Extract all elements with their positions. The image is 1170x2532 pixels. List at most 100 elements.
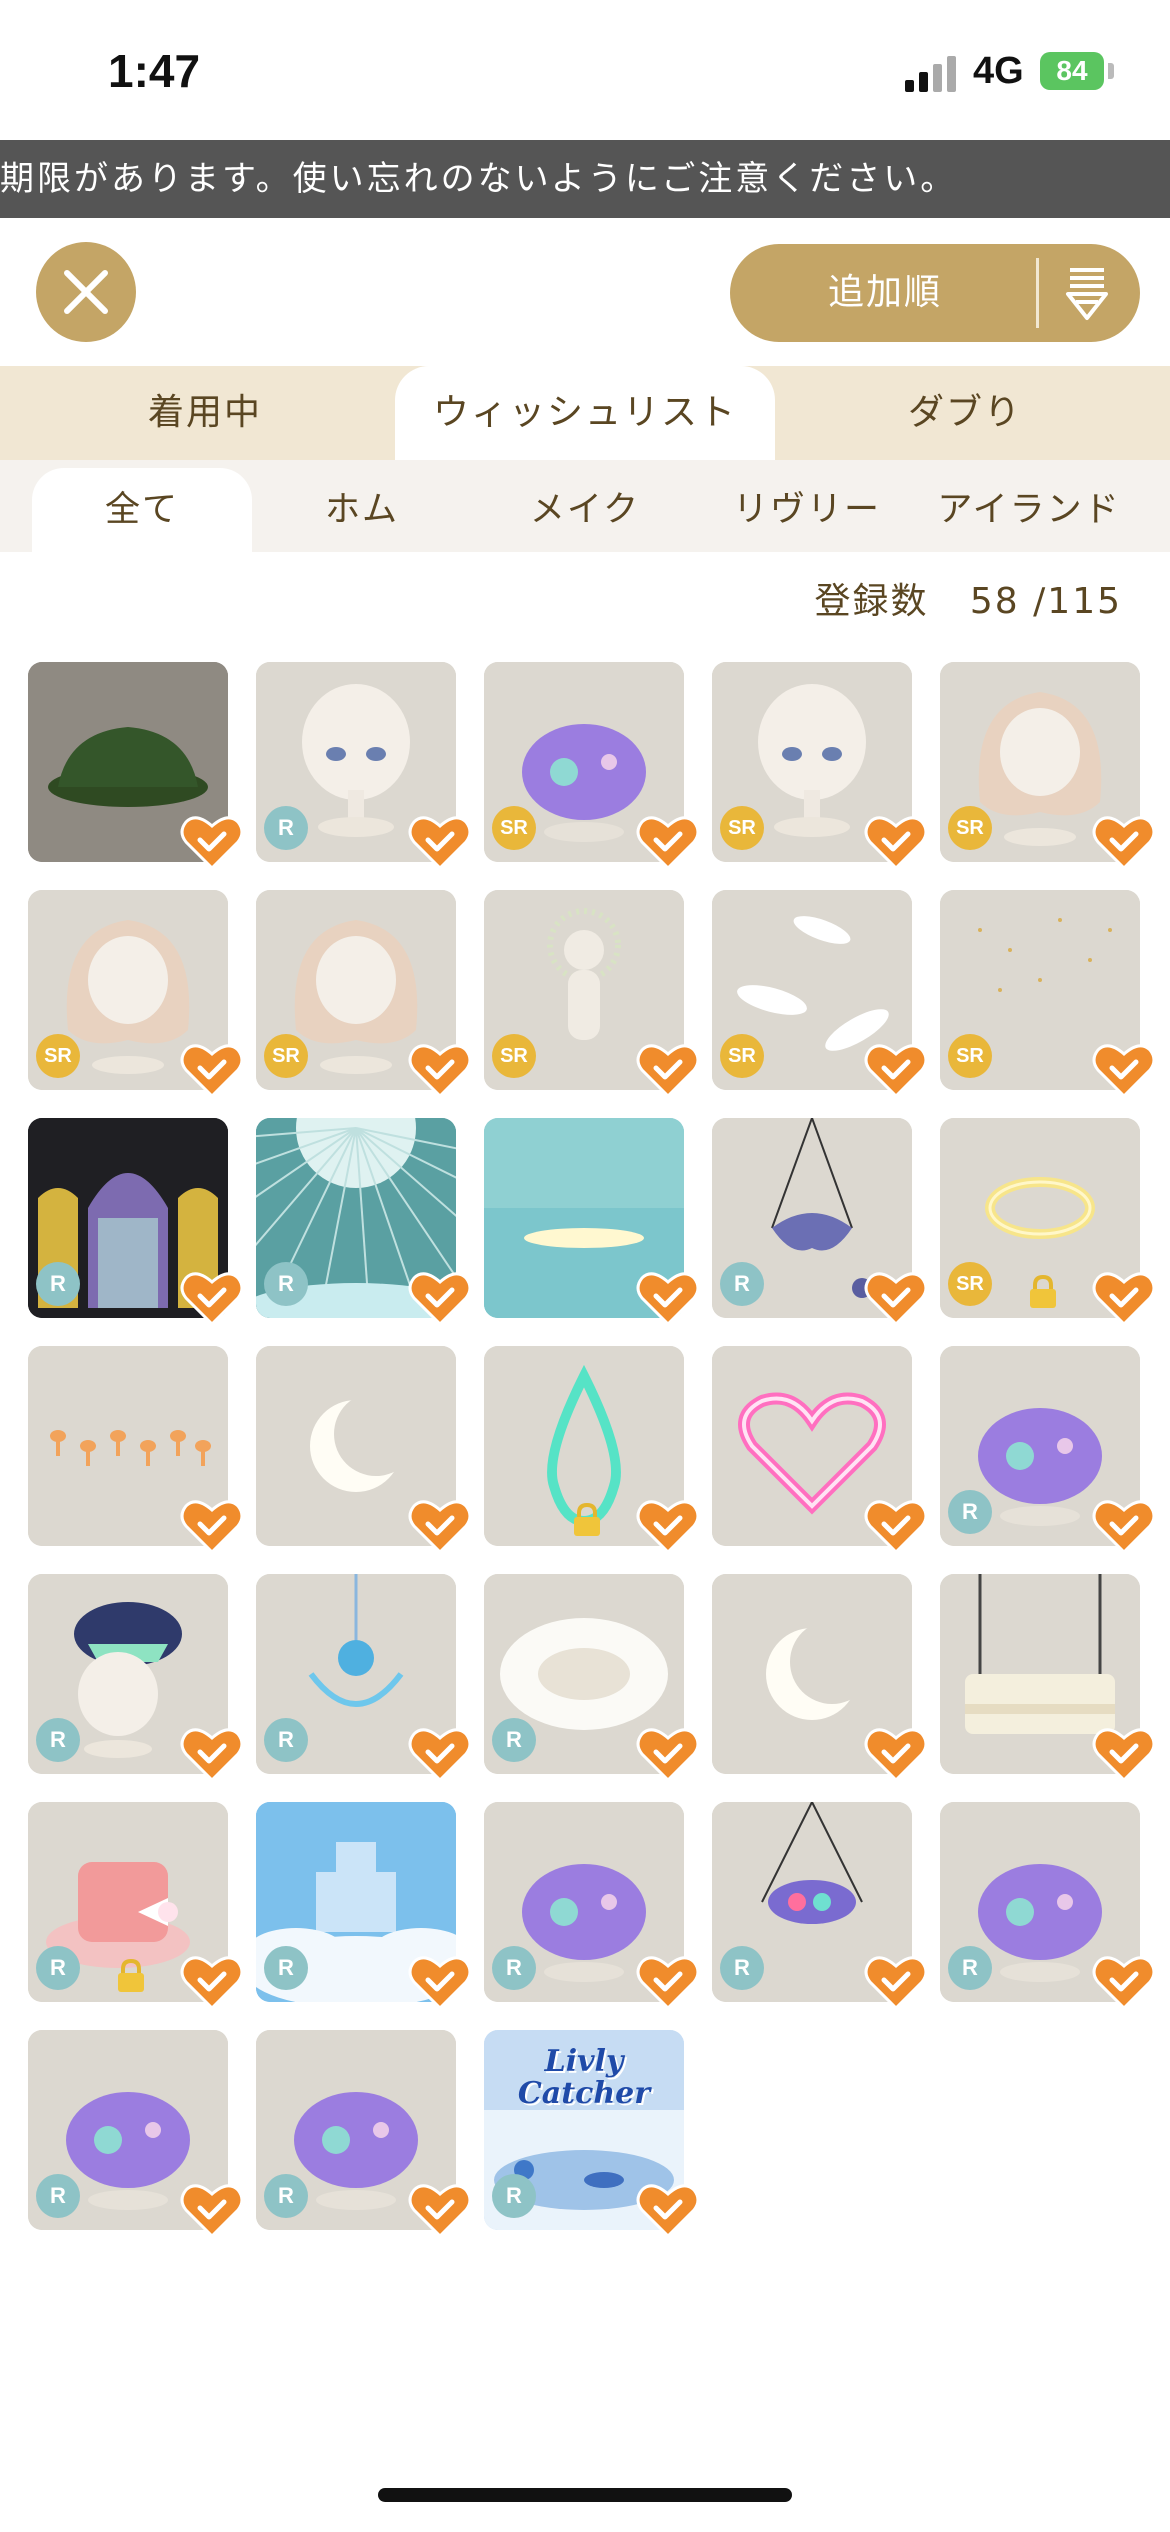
rarity-badge: SR [720, 1034, 764, 1078]
lock-icon [569, 1502, 605, 1538]
favorite-check-icon[interactable] [408, 2182, 472, 2239]
favorite-check-icon[interactable] [864, 1726, 928, 1783]
item-card-plush-mobile[interactable]: R [712, 1802, 928, 2011]
item-card-sky-castle[interactable]: R [256, 1802, 472, 2011]
sort-button[interactable]: 追加順 [730, 244, 1140, 342]
sort-order-icon [1066, 268, 1108, 320]
favorite-check-icon[interactable] [636, 1042, 700, 1099]
favorite-check-icon[interactable] [864, 814, 928, 871]
cellular-signal-icon [905, 54, 959, 92]
close-button[interactable] [36, 242, 136, 342]
favorite-check-icon[interactable] [1092, 1954, 1156, 2011]
favorite-check-icon[interactable] [1092, 1726, 1156, 1783]
favorite-check-icon[interactable] [180, 2182, 244, 2239]
item-card-neon-heart[interactable] [712, 1346, 928, 1555]
favorite-check-icon[interactable] [408, 1270, 472, 1327]
item-card-swing-bench[interactable] [940, 1574, 1156, 1783]
favorite-check-icon[interactable] [408, 1726, 472, 1783]
rarity-badge: R [264, 1946, 308, 1990]
item-card-pink-top-hat[interactable]: R [28, 1802, 244, 2011]
subtab-homu[interactable]: ホム [252, 468, 472, 552]
item-card-gold-sparkle[interactable]: SR [940, 890, 1156, 1099]
item-card-moon-sky[interactable]: R [256, 1118, 472, 1327]
rarity-badge: SR [492, 1034, 536, 1078]
favorite-check-icon[interactable] [864, 1270, 928, 1327]
favorite-check-icon[interactable] [1092, 1270, 1156, 1327]
rarity-badge: R [36, 1262, 80, 1306]
favorite-check-icon[interactable] [408, 1954, 472, 2011]
item-card-lavender-hair[interactable]: SR [28, 890, 244, 1099]
rarity-badge: R [720, 1946, 764, 1990]
battery-level: 84 [1056, 55, 1088, 86]
item-card-brown-eyes[interactable]: SR [712, 662, 928, 871]
rarity-badge: R [948, 1946, 992, 1990]
item-card-green-hat[interactable] [28, 662, 244, 871]
favorite-check-icon[interactable] [180, 1042, 244, 1099]
status-time: 1:47 [108, 45, 201, 97]
tab-wearing[interactable]: 着用中 [0, 366, 410, 460]
favorite-check-icon[interactable] [636, 1954, 700, 2011]
catcher-logo-text: Livly Catcher [517, 2044, 651, 2111]
favorite-check-icon[interactable] [180, 1498, 244, 1555]
item-card-flower-hair[interactable]: SR [256, 890, 472, 1099]
favorite-check-icon[interactable] [636, 2182, 700, 2239]
registration-count: 登録数 58 /115 [814, 572, 1122, 624]
item-card-fur-nest[interactable]: R [484, 1574, 700, 1783]
item-card-purple-plush[interactable]: R [940, 1802, 1156, 2011]
favorite-check-icon[interactable] [180, 1954, 244, 2011]
favorite-check-icon[interactable] [1092, 1042, 1156, 1099]
favorite-check-icon[interactable] [636, 1726, 700, 1783]
favorite-check-icon[interactable] [636, 1498, 700, 1555]
favorite-check-icon[interactable] [180, 1270, 244, 1327]
item-card-purple-bunny-plush[interactable]: R [256, 2030, 472, 2239]
item-card-feathers[interactable]: SR [712, 890, 928, 1099]
registration-value: 58 /115 [969, 581, 1122, 622]
favorite-check-icon[interactable] [180, 814, 244, 871]
favorite-check-icon[interactable] [1092, 814, 1156, 871]
favorite-check-icon[interactable] [864, 1498, 928, 1555]
rarity-badge: R [264, 1262, 308, 1306]
item-card-halo-body[interactable]: SR [484, 890, 700, 1099]
favorite-check-icon[interactable] [180, 1726, 244, 1783]
item-card-long-hair[interactable]: SR [940, 662, 1156, 871]
rarity-badge: R [36, 1946, 80, 1990]
favorite-check-icon[interactable] [1092, 1498, 1156, 1555]
rarity-badge: SR [720, 806, 764, 850]
item-card-neon-drop[interactable] [484, 1346, 700, 1555]
tab-wishlist[interactable]: ウィッシュリスト [395, 366, 775, 460]
item-card-halo[interactable]: SR [940, 1118, 1156, 1327]
item-card-bear-necklace[interactable]: R [256, 1574, 472, 1783]
favorite-check-icon[interactable] [408, 814, 472, 871]
battery-icon: 84 [1040, 52, 1104, 90]
subtab-all[interactable]: 全て [32, 468, 252, 552]
item-card-bat-mobile[interactable]: R [712, 1118, 928, 1327]
rarity-badge: SR [948, 1034, 992, 1078]
item-card-moon-cushion[interactable] [712, 1574, 928, 1783]
item-card-stained-glass[interactable]: R [28, 1118, 244, 1327]
item-card-green-plush[interactable]: R [484, 1802, 700, 2011]
rarity-badge: SR [36, 1034, 80, 1078]
network-type: 4G [973, 50, 1024, 92]
subtab-island[interactable]: アイランド [918, 468, 1140, 552]
rarity-badge: SR [948, 806, 992, 850]
item-card-shark-hat[interactable]: R [28, 1574, 244, 1783]
subtab-makeup[interactable]: メイク [474, 468, 696, 552]
rarity-badge: SR [264, 1034, 308, 1078]
item-card-patchwork-plush[interactable]: SR [484, 662, 700, 871]
favorite-check-icon[interactable] [636, 1270, 700, 1327]
favorite-check-icon[interactable] [636, 814, 700, 871]
item-card-crescent-moon[interactable] [256, 1346, 472, 1555]
item-card-livly-catcher[interactable]: Livly Catcher R [484, 2030, 700, 2239]
favorite-check-icon[interactable] [864, 1042, 928, 1099]
item-card-mushrooms[interactable] [28, 1346, 244, 1555]
item-card-blue-eyes[interactable]: R [256, 662, 472, 871]
subtab-livly[interactable]: リヴリー [696, 468, 918, 552]
item-card-pink-plush-hat[interactable]: R [940, 1346, 1156, 1555]
item-card-sea[interactable] [484, 1118, 700, 1327]
notice-banner: 期限があります。使い忘れのないようにご注意ください。 [0, 140, 1170, 218]
item-card-pink-dragon-plush[interactable]: R [28, 2030, 244, 2239]
favorite-check-icon[interactable] [864, 1954, 928, 2011]
tab-duplicates[interactable]: ダブり [775, 366, 1155, 460]
favorite-check-icon[interactable] [408, 1042, 472, 1099]
favorite-check-icon[interactable] [408, 1498, 472, 1555]
